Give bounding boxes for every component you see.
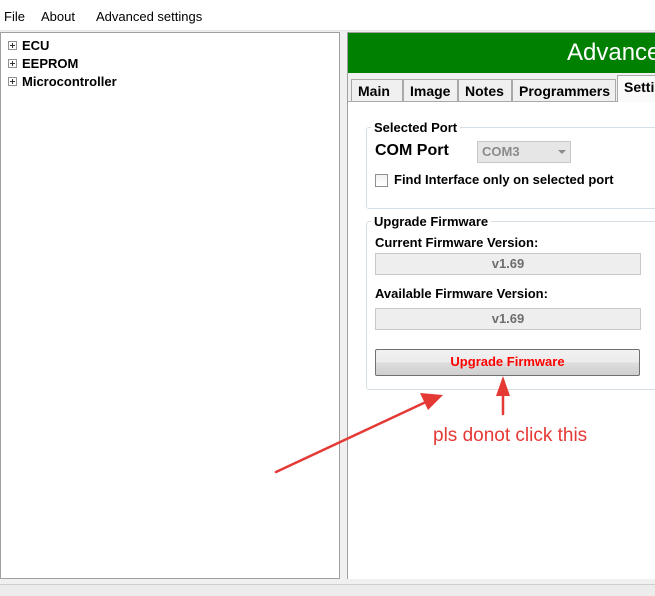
tree-item-eeprom[interactable]: EEPROM (8, 55, 78, 71)
header-banner: Advanced (348, 33, 655, 73)
tree-item-ecu[interactable]: ECU (8, 37, 49, 53)
current-firmware-label: Current Firmware Version: (375, 235, 539, 250)
menu-file[interactable]: File (4, 9, 25, 24)
tab-settings[interactable]: Settings (617, 75, 655, 102)
find-interface-checkbox[interactable] (375, 174, 388, 187)
upgrade-firmware-title: Upgrade Firmware (371, 214, 492, 229)
selected-port-title: Selected Port (371, 120, 461, 135)
tab-main[interactable]: Main (351, 79, 403, 101)
tree-item-microcontroller[interactable]: Microcontroller (8, 73, 117, 89)
tree-item-label: Microcontroller (22, 73, 117, 89)
com-port-select[interactable]: COM3 (477, 141, 571, 163)
selected-port-group (366, 127, 655, 209)
expand-plus-icon[interactable] (8, 40, 17, 50)
device-tree: ECU EEPROM Microcontroller (0, 32, 340, 579)
menu-bar: File About Advanced settings (0, 0, 655, 31)
com-port-label: COM Port (375, 142, 449, 159)
status-bar (0, 584, 655, 596)
tree-item-label: EEPROM (22, 55, 79, 71)
settings-panel: Advanced Main Image Notes Programmers Se… (347, 32, 655, 579)
expand-plus-icon[interactable] (8, 58, 17, 68)
find-interface-label[interactable]: Find Interface only on selected port (394, 172, 614, 187)
upgrade-firmware-button[interactable]: Upgrade Firmware (375, 349, 640, 376)
available-firmware-value: v1.69 (375, 308, 641, 330)
com-port-value: COM3 (482, 144, 520, 159)
expand-plus-icon[interactable] (8, 76, 17, 86)
tree-item-label: ECU (22, 37, 50, 53)
current-firmware-value: v1.69 (375, 253, 641, 275)
header-title: Advanced (567, 39, 655, 66)
available-firmware-label: Available Firmware Version: (375, 286, 548, 301)
tab-image[interactable]: Image (403, 79, 458, 101)
menu-about[interactable]: About (41, 9, 75, 24)
menu-advanced-settings[interactable]: Advanced settings (96, 9, 202, 24)
annotation-text: pls donot click this (433, 425, 588, 446)
chevron-down-icon (558, 150, 566, 154)
settings-tab-page: Selected Port COM Port COM3 Find Interfa… (348, 101, 655, 579)
tab-programmers[interactable]: Programmers (512, 79, 616, 101)
tab-notes[interactable]: Notes (458, 79, 512, 101)
